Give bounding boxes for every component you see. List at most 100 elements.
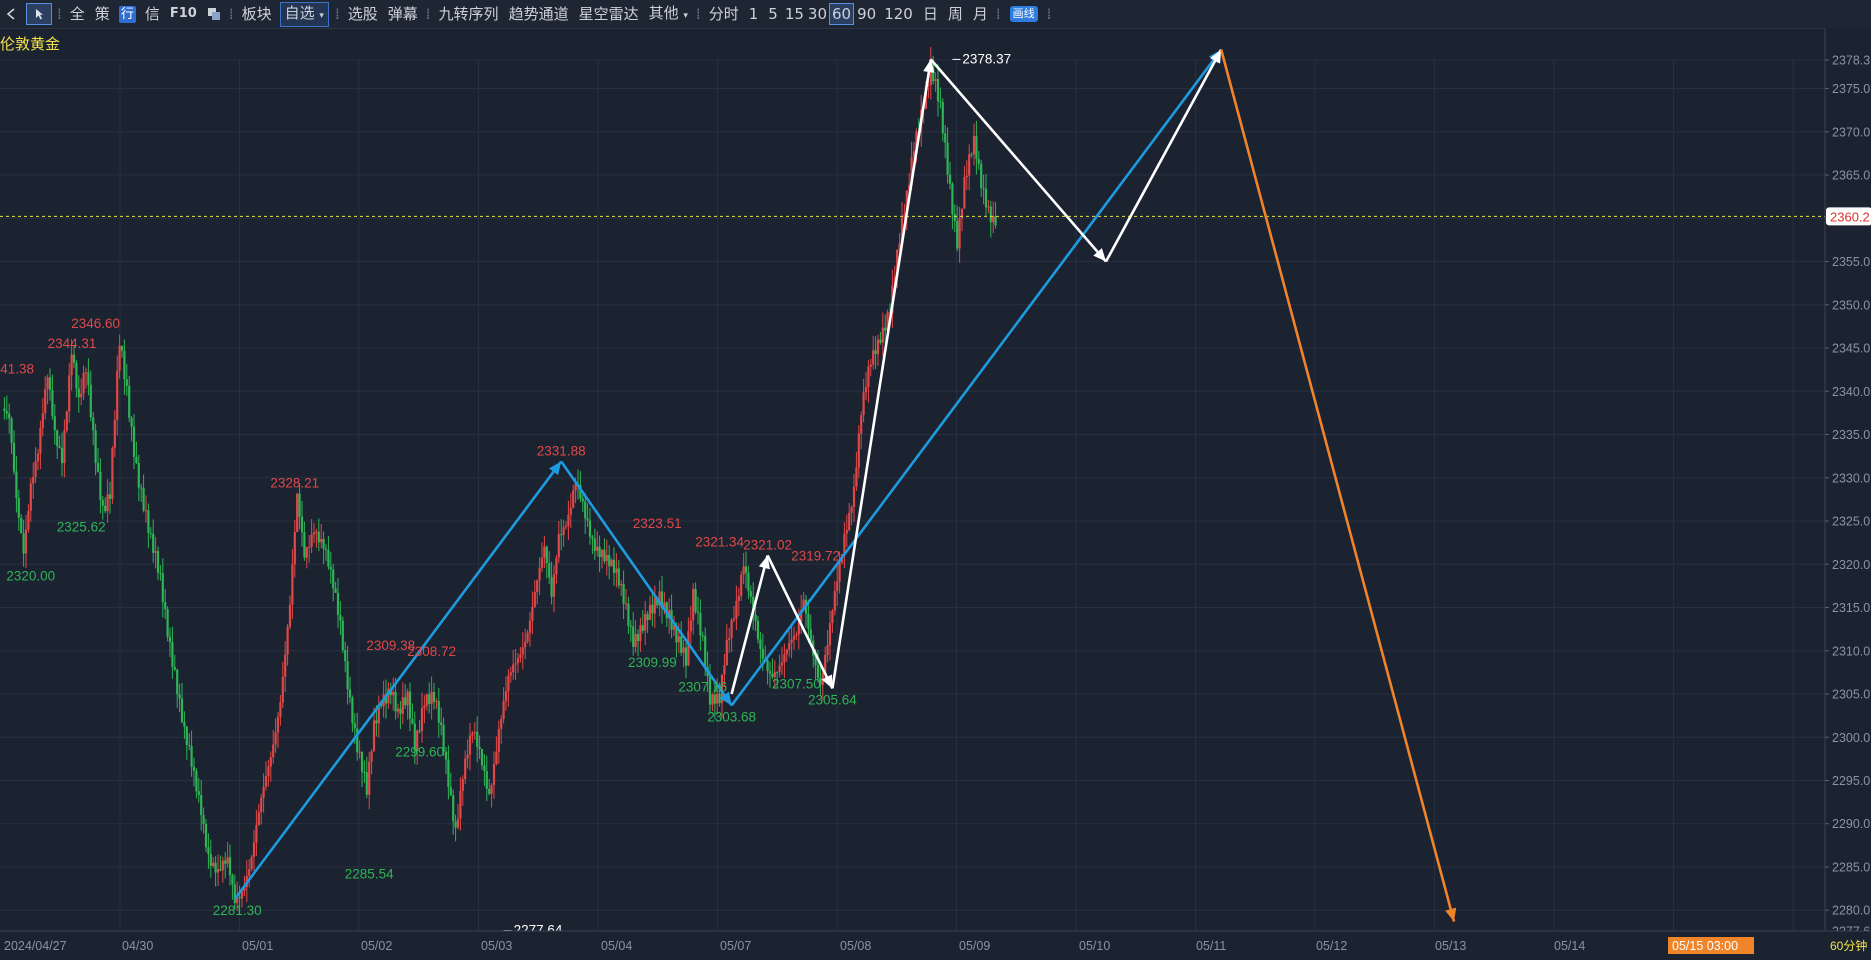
menu-xingkong[interactable]: 星空雷达 bbox=[574, 0, 644, 28]
y-axis: 2378.32375.02370.02365.02360.02355.02350… bbox=[1824, 28, 1871, 960]
candle-body bbox=[934, 79, 937, 82]
candle-body bbox=[473, 731, 476, 733]
candle-body bbox=[725, 639, 728, 666]
candle-body bbox=[130, 417, 133, 427]
trend-line-white[interactable] bbox=[766, 554, 834, 690]
candle-body bbox=[790, 639, 793, 643]
trend-line-white[interactable] bbox=[730, 555, 769, 695]
period-60[interactable]: 60 bbox=[829, 3, 855, 25]
menu-jiuzhuan[interactable]: 九转序列 bbox=[434, 0, 504, 28]
zixuan-dropdown[interactable]: 自选 ▾ bbox=[279, 1, 329, 27]
candle-body bbox=[226, 857, 229, 864]
candle-body bbox=[531, 606, 534, 621]
candle-body bbox=[951, 183, 954, 215]
candle-body bbox=[298, 493, 301, 517]
x-axis: 2024/04/27 04/30 05/01 05/02 05/03 05/04 05/07… bbox=[0, 930, 1871, 960]
period-15[interactable]: 15 bbox=[783, 0, 806, 28]
candle-body bbox=[792, 635, 796, 640]
trend-line-white[interactable] bbox=[831, 59, 933, 689]
y-tick-label: 2365.0 bbox=[1832, 169, 1870, 183]
candle-body bbox=[519, 654, 522, 658]
candles bbox=[3, 47, 997, 914]
price-label: 2319.72 bbox=[791, 549, 840, 564]
candle-body bbox=[353, 723, 356, 729]
tab-ce[interactable]: 策 bbox=[90, 0, 115, 28]
candle-body bbox=[879, 339, 882, 343]
draw-line-button[interactable]: 画线 bbox=[1009, 6, 1038, 22]
tab-f10[interactable]: F10 bbox=[165, 0, 202, 28]
back-icon[interactable] bbox=[2, 4, 22, 24]
separator: ⁞ bbox=[1046, 5, 1052, 23]
candle-body bbox=[32, 477, 35, 484]
candle-body bbox=[92, 417, 95, 431]
candle-body bbox=[392, 691, 395, 696]
candle-body bbox=[588, 520, 592, 537]
candle-body bbox=[514, 663, 517, 665]
period-1[interactable]: 1 bbox=[744, 0, 764, 28]
candle-body bbox=[682, 647, 685, 653]
candle-body bbox=[509, 672, 512, 676]
candle-body bbox=[238, 897, 241, 899]
candle-body bbox=[754, 614, 757, 621]
candle-body bbox=[831, 610, 834, 624]
candle-body bbox=[836, 581, 839, 591]
candle-body bbox=[322, 538, 325, 549]
period-week[interactable]: 周 bbox=[943, 0, 968, 28]
tab-quan[interactable]: 全 bbox=[65, 0, 90, 28]
candle-body bbox=[975, 136, 978, 160]
trend-lines[interactable] bbox=[233, 48, 1457, 922]
candlestick-chart[interactable]: 41.38 2344.31 2346.60 2325.62 2320.00 2328.21… bbox=[0, 28, 1871, 960]
candle-body bbox=[324, 548, 328, 551]
candle-body bbox=[944, 133, 947, 143]
candle-body bbox=[84, 372, 88, 374]
period-30[interactable]: 30 bbox=[806, 0, 829, 28]
menu-bankuai[interactable]: 板块 bbox=[237, 0, 277, 28]
candle-body bbox=[188, 745, 191, 747]
candle-body bbox=[651, 604, 654, 614]
candle-body bbox=[634, 633, 637, 647]
candle-body bbox=[581, 498, 584, 502]
candle-body bbox=[548, 563, 551, 578]
candle-body bbox=[195, 770, 198, 792]
period-5[interactable]: 5 bbox=[763, 0, 783, 28]
period-month[interactable]: 月 bbox=[968, 0, 993, 28]
candle-body bbox=[730, 620, 733, 638]
price-labels: 41.38 2344.31 2346.60 2325.62 2320.00 2328.21… bbox=[0, 51, 1011, 937]
candle-body bbox=[207, 847, 210, 854]
tab-xin[interactable]: 信 bbox=[140, 0, 165, 28]
trend-line-white[interactable] bbox=[1104, 48, 1223, 263]
candle-body bbox=[545, 546, 548, 564]
candle-body bbox=[231, 875, 234, 885]
trend-line-orange[interactable] bbox=[1219, 49, 1456, 922]
tab-hang[interactable]: 行 bbox=[118, 5, 136, 23]
cursor-icon[interactable] bbox=[26, 3, 52, 25]
candle-body bbox=[339, 614, 342, 621]
period-day[interactable]: 日 bbox=[918, 0, 943, 28]
candle-body bbox=[346, 661, 349, 690]
candle-body bbox=[608, 555, 611, 567]
candle-body bbox=[855, 467, 858, 487]
candle-body bbox=[51, 390, 54, 417]
menu-qushi[interactable]: 趋势通道 bbox=[504, 0, 574, 28]
layers-icon[interactable] bbox=[204, 4, 224, 24]
candle-body bbox=[269, 757, 272, 767]
candle-body bbox=[540, 557, 544, 568]
candle-body bbox=[180, 698, 184, 723]
candle-body bbox=[252, 842, 256, 857]
menu-danmu[interactable]: 弹幕 bbox=[383, 0, 423, 28]
candle-body bbox=[485, 771, 488, 789]
menu-qita[interactable]: 其他 ▾ bbox=[644, 0, 693, 30]
separator: ⁞ bbox=[995, 5, 1001, 23]
period-90[interactable]: 90 bbox=[854, 0, 879, 28]
toolbar: ⁞ 全 策 行 信 F10 ⁞ 板块 自选 ▾ ⁞ 选股 弹幕 ⁞ 九转序列 趋… bbox=[0, 0, 1871, 29]
candle-body bbox=[128, 385, 131, 418]
menu-xuangu[interactable]: 选股 bbox=[343, 0, 383, 28]
candle-body bbox=[744, 566, 748, 573]
candle-body bbox=[936, 79, 940, 102]
candle-body bbox=[795, 634, 798, 636]
candle-body bbox=[869, 364, 872, 367]
period-120[interactable]: 120 bbox=[879, 0, 918, 28]
candle-body bbox=[72, 354, 76, 363]
period-fenshi[interactable]: 分时 bbox=[704, 0, 744, 28]
candle-body bbox=[168, 636, 172, 643]
